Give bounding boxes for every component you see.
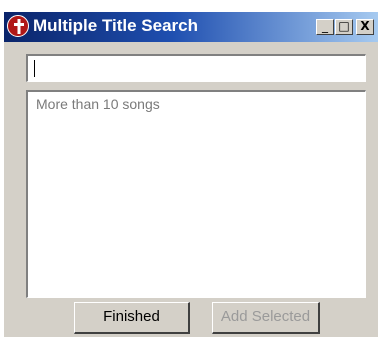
results-list[interactable]: More than 10 songs bbox=[26, 90, 366, 298]
title-bar[interactable]: Multiple Title Search _ □ X bbox=[4, 12, 378, 42]
finished-button[interactable]: Finished bbox=[74, 302, 190, 334]
minimize-button[interactable]: _ bbox=[316, 19, 334, 35]
results-message: More than 10 songs bbox=[36, 96, 160, 112]
window-title: Multiple Title Search bbox=[33, 16, 199, 35]
dialog-window: Multiple Title Search _ □ X More than 10… bbox=[4, 12, 378, 337]
cross-badge-icon[interactable] bbox=[7, 15, 29, 37]
text-caret bbox=[34, 60, 35, 77]
add-selected-button[interactable]: Add Selected bbox=[212, 302, 320, 334]
close-button[interactable]: X bbox=[356, 19, 374, 35]
maximize-button[interactable]: □ bbox=[335, 19, 353, 35]
search-input[interactable] bbox=[26, 54, 366, 82]
